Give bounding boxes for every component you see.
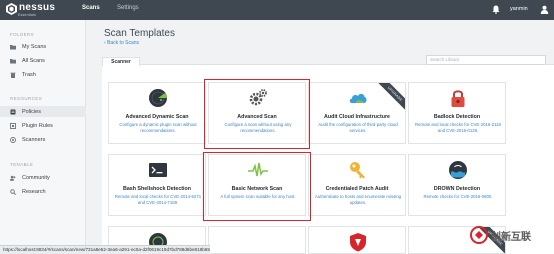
template-card-bash-shellshock-detection[interactable]: Bash Shellshock Detection Remote and loc… xyxy=(108,154,206,216)
research-icon xyxy=(10,188,16,195)
sidebar-item-plugin-rules[interactable]: Plugin Rules xyxy=(10,120,86,131)
folder-icon xyxy=(10,44,16,49)
tab-scanner[interactable]: Scanner xyxy=(102,57,140,66)
nessus-logo[interactable]: nessus Essentials xyxy=(6,2,56,17)
template-card-drown-detection[interactable]: DROWN Detection Remote checks for CVE-20… xyxy=(408,154,506,216)
template-card-advanced-dynamic-scan[interactable]: Advanced Dynamic Scan Configure a dynami… xyxy=(108,82,206,144)
top-bar: nessus Essentials Scans Settings yanmin xyxy=(0,0,554,20)
sidebar-item-my-scans[interactable]: My Scans xyxy=(10,41,86,52)
card-description: Remote and local checks for CVE-2014-627… xyxy=(114,194,202,205)
sidebar-section-folders: FOLDERS xyxy=(10,32,35,37)
user-icon[interactable] xyxy=(540,5,549,14)
card-description: Remote checks for CVE-2016-0800. xyxy=(423,194,493,199)
sidebar-item-policies[interactable]: Policies xyxy=(0,106,86,117)
template-card-badlock-detection[interactable]: Badlock Detection Remote and local check… xyxy=(408,82,506,144)
sidebar-item-label: Plugin Rules xyxy=(22,122,53,129)
sidebar-section-tenable: TENABLE xyxy=(10,162,34,167)
cloud-icon xyxy=(349,93,367,103)
page-title: Scan Templates xyxy=(104,28,175,39)
watermark-sub: CHUANGXIN HULIAN xyxy=(494,238,526,242)
user-name[interactable]: yanmin xyxy=(510,6,528,12)
bell-icon[interactable] xyxy=(492,5,500,14)
card-title: Badlock Detection xyxy=(433,114,481,120)
card-title: Advanced Dynamic Scan xyxy=(125,114,189,120)
nav-scans[interactable]: Scans xyxy=(82,5,100,11)
sidebar-item-label: All Scans xyxy=(22,57,45,64)
upgrade-ribbon: UPGRADE xyxy=(375,83,405,114)
nav-settings[interactable]: Settings xyxy=(117,5,139,11)
search-library-input[interactable]: Search Library xyxy=(426,55,546,65)
sidebar-section-resources: RESOURCES xyxy=(10,96,43,101)
card-title: DROWN Detection xyxy=(433,186,481,192)
sidebar-item-all-scans[interactable]: All Scans xyxy=(10,55,86,66)
back-to-scans-link[interactable]: ‹ Back to Scans xyxy=(104,40,139,46)
sidebar-item-label: Trash xyxy=(22,71,36,78)
folder-icon xyxy=(10,58,16,63)
main-content: Scan Templates ‹ Back to Scans Scanner S… xyxy=(94,20,554,254)
key-icon xyxy=(350,162,365,179)
card-title: Bash Shellshock Detection xyxy=(123,186,191,192)
watermark-logo-icon xyxy=(470,226,488,244)
policy-icon xyxy=(10,109,16,114)
sidebar-item-label: Scanners xyxy=(22,136,46,143)
brand-sub: Essentials xyxy=(18,13,36,17)
plugin-icon xyxy=(10,122,16,129)
sidebar-item-scanners[interactable]: Scanners xyxy=(10,134,86,145)
sidebar-item-label: Community xyxy=(22,174,50,181)
sidebar-item-trash[interactable]: Trash xyxy=(10,69,86,80)
sidebar: FOLDERS My Scans All Scans Trash RESOURC… xyxy=(0,20,86,254)
padlock-icon xyxy=(451,90,465,107)
template-card-credentialed-patch-audit[interactable]: Credentialed Patch Audit Authenticate to… xyxy=(308,154,406,216)
card-description: Audit the configuration of third-party c… xyxy=(318,122,398,133)
template-card-row3-3[interactable] xyxy=(308,226,406,254)
template-card-audit-cloud-infrastructure[interactable]: UPGRADE Audit Cloud Infrastructure Audit… xyxy=(308,82,406,144)
sidebar-item-label: Policies xyxy=(22,108,41,115)
shield-icon xyxy=(350,233,366,252)
browser-status-url: https://localhost:8834/#/scans/scan/new/… xyxy=(0,245,210,254)
sidebar-item-label: My Scans xyxy=(22,43,47,50)
card-title: Audit Cloud Infrastructure xyxy=(324,114,390,120)
trash-icon xyxy=(10,72,16,78)
watermark: 创新互联 CHUANGXIN HULIAN xyxy=(470,226,531,244)
highlight-basic-network-scan xyxy=(203,152,311,221)
terminal-icon xyxy=(149,163,167,177)
radar-icon xyxy=(149,89,167,107)
nessus-logo-icon xyxy=(6,3,17,15)
sidebar-item-community[interactable]: Community xyxy=(10,172,86,183)
sidebar-item-research[interactable]: Research xyxy=(10,186,86,197)
highlight-advanced-scan xyxy=(204,79,310,149)
card-description: Configure a dynamic plugin scan without … xyxy=(119,122,197,133)
brand-name: nessus xyxy=(19,2,56,13)
scanner-icon xyxy=(10,136,16,143)
card-description: Authenticate to hosts and enumerate miss… xyxy=(315,194,401,205)
sidebar-item-label: Research xyxy=(22,188,46,195)
drown-icon xyxy=(449,161,467,179)
card-title: Credentialed Patch Audit xyxy=(325,186,389,192)
card-description: Remote and local checks for CVE-2016-211… xyxy=(415,122,501,133)
template-card-row3-2[interactable] xyxy=(208,226,306,254)
community-icon xyxy=(10,175,16,181)
